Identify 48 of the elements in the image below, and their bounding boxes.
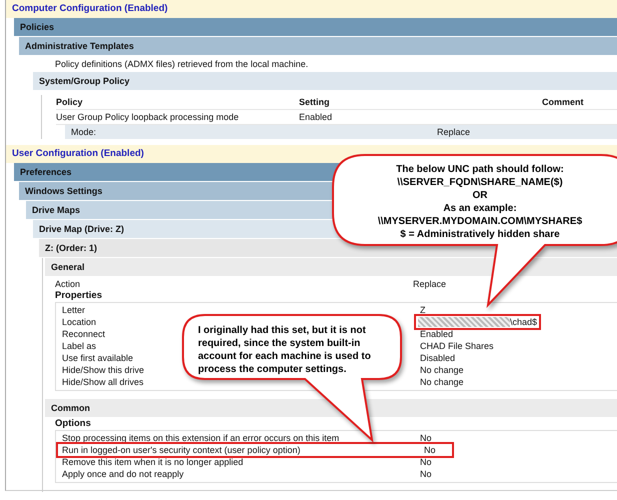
property-label: Hide/Show this drive — [62, 364, 144, 376]
property-label: Label as — [62, 340, 96, 352]
section-header[interactable]: General — [45, 258, 617, 277]
property-value: CHAD File Shares — [420, 340, 494, 352]
property-label: Use first available — [62, 352, 134, 364]
option-label: Remove this item when it is no longer applied — [62, 456, 244, 468]
property-value: Enabled — [420, 328, 454, 340]
callout-text: required, since the system built-in — [198, 338, 360, 349]
property-label: Letter — [62, 304, 86, 316]
option-value: No — [420, 432, 432, 444]
section-title[interactable]: Computer Configuration (Enabled) — [6, 0, 617, 18]
property-label: Hide/Show all drives — [62, 376, 144, 388]
callout-text: $ = Administratively hidden share — [400, 229, 560, 240]
section-header[interactable]: Policies — [14, 18, 617, 37]
callout-text: As an example: — [443, 203, 517, 214]
section-header[interactable]: System/Group Policy — [33, 72, 617, 91]
option-value: No — [420, 456, 432, 468]
description-text: Policy definitions (ADMX files) retrieved from the local machine. — [55, 58, 310, 71]
section-header[interactable]: Common — [45, 399, 617, 418]
property-value: \chad$ — [416, 316, 540, 328]
property-value: Z — [420, 304, 426, 316]
detail-label: Mode: — [70, 126, 98, 139]
table-cell-text: User Group Policy loopback processing mode — [56, 111, 240, 124]
callout-text: OR — [472, 190, 488, 201]
option-label: Run in logged-on user's security context (user policy option) — [62, 444, 300, 456]
option-value: No — [424, 444, 436, 456]
property-value: Replace — [413, 278, 446, 290]
property-value: Disabled — [420, 352, 456, 364]
column-header: Comment — [542, 96, 584, 109]
callout-text: The below UNC path should follow: — [396, 164, 564, 175]
property-label: Action — [55, 278, 80, 290]
option-value: No — [420, 468, 432, 480]
group-title: Options — [55, 418, 92, 430]
option-label: Stop processing items on this extension if an error occurs on this item — [62, 432, 340, 444]
column-header: Policy — [56, 96, 84, 109]
callout-text: I originally had this set, but it is not — [198, 325, 366, 336]
property-label: Reconnect — [62, 328, 106, 340]
property-label: Location — [62, 316, 96, 328]
group-title: Properties — [55, 290, 103, 302]
callout-text: account for each machine is used to — [198, 351, 371, 362]
detail-value: Replace — [437, 126, 470, 139]
callout-text: process the computer settings. — [198, 364, 346, 375]
property-value: No change — [420, 364, 464, 376]
column-header: Setting — [299, 96, 330, 109]
section-header[interactable]: Administrative Templates — [19, 37, 617, 56]
property-value: No change — [420, 376, 464, 388]
table-cell-text: Enabled — [299, 111, 334, 124]
option-label: Apply once and do not reapply — [62, 468, 184, 480]
